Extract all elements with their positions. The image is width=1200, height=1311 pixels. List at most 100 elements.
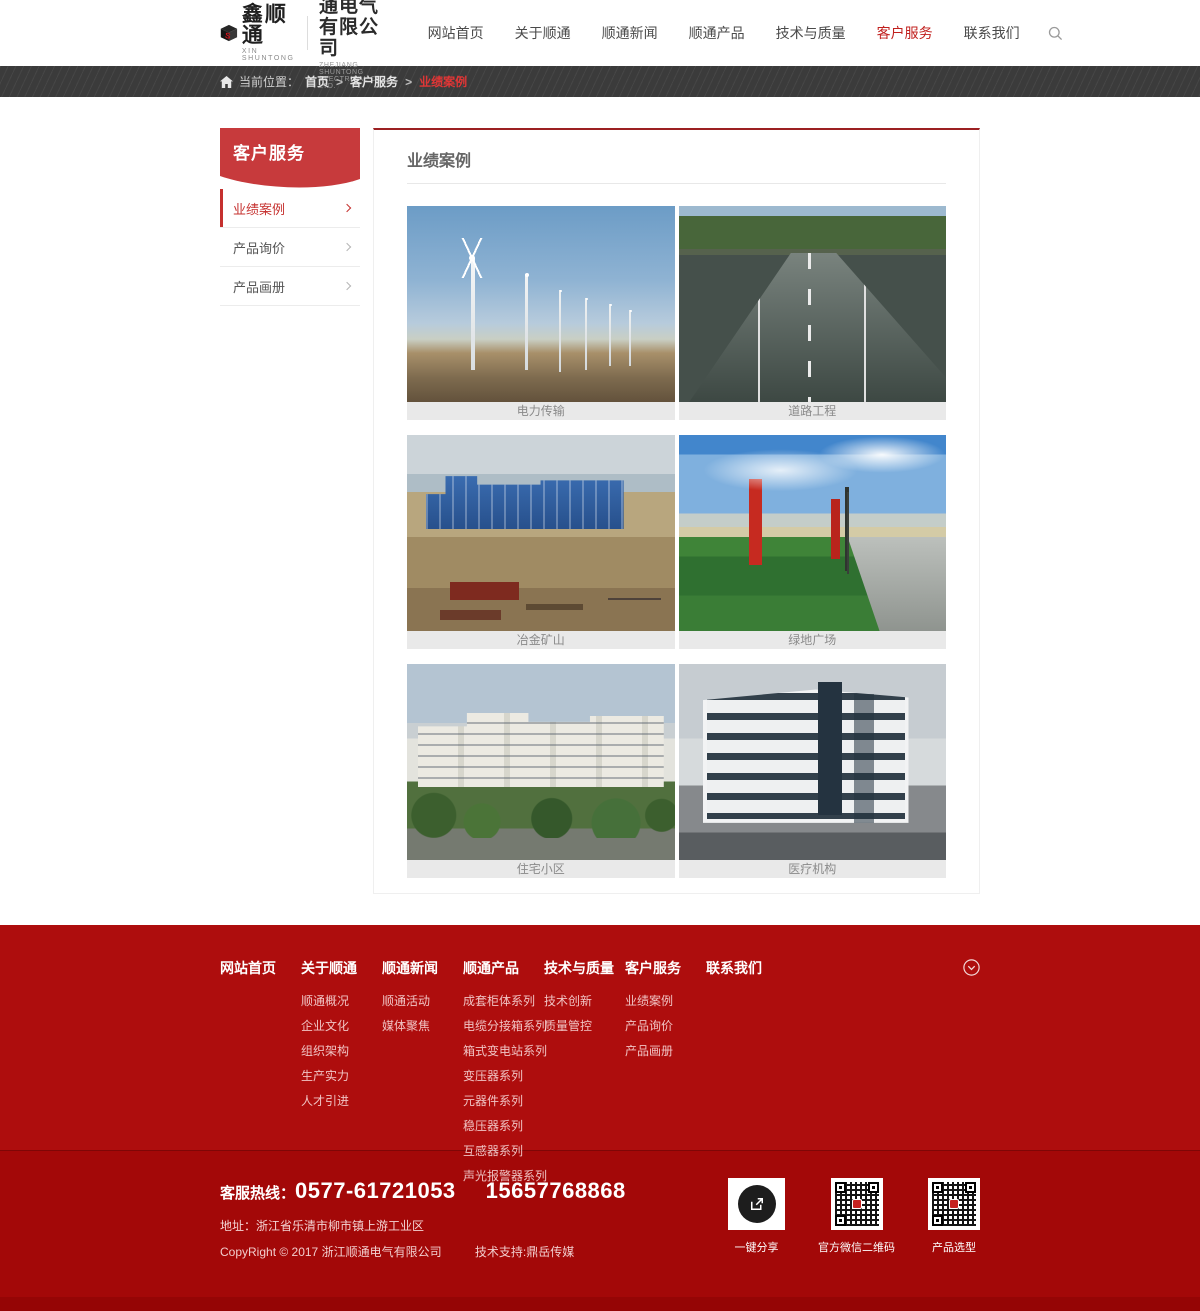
- case-photo-mining-plant: [407, 435, 675, 631]
- case-card-medical[interactable]: 医疗机构: [679, 664, 947, 878]
- footer-column-customer-service: 客户服务 业绩案例 产品询价 产品画册: [625, 958, 706, 1067]
- case-photo-wind-turbines: [407, 206, 675, 402]
- footer-column-products: 顺通产品 成套柜体系列 电缆分接箱系列 箱式变电站系列 变压器系列 元器件系列 …: [463, 958, 544, 1192]
- sidebar-item-inquiry[interactable]: 产品询价: [220, 228, 360, 267]
- footer-link[interactable]: 产品询价: [625, 1019, 673, 1033]
- chevron-right-icon: [343, 282, 351, 290]
- footer-column-title[interactable]: 关于顺通: [301, 958, 382, 978]
- wechat-qr-label: 官方微信二维码: [818, 1239, 895, 1255]
- case-card-power-transmission[interactable]: 电力传输: [407, 206, 675, 420]
- hotline-label: 客服热线：: [220, 1182, 295, 1203]
- breadcrumb-service-link[interactable]: 客户服务: [350, 73, 398, 90]
- hotline: 客服热线： 0577-61721053 15657768868: [220, 1178, 626, 1204]
- hotline-phone-1: 0577-61721053: [295, 1178, 456, 1204]
- footer-link[interactable]: 互感器系列: [463, 1144, 523, 1158]
- nav-item-about[interactable]: 关于顺通: [515, 23, 571, 43]
- footer-column-news: 顺通新闻 顺通活动 媒体聚焦: [382, 958, 463, 1042]
- logo-cube-icon: S: [220, 11, 238, 55]
- main-area: 客户服务 业绩案例 产品询价 产品画册 业绩案例: [0, 97, 1200, 925]
- qr-eye: [932, 1182, 943, 1193]
- tech-support-text: 技术支持:鼎岳传媒: [475, 1245, 574, 1259]
- search-icon[interactable]: [1048, 26, 1063, 41]
- sidebar-item-brochure[interactable]: 产品画册: [220, 267, 360, 306]
- nav-item-tech-quality[interactable]: 技术与质量: [776, 23, 846, 43]
- company-name-cn: 浙江顺通电气有限公司: [319, 0, 397, 60]
- footer-link[interactable]: 企业文化: [301, 1019, 349, 1033]
- footer-link[interactable]: 产品画册: [625, 1044, 673, 1058]
- case-grid: 电力传输 道路工程 冶金矿山 绿地广场 住宅小区: [407, 206, 946, 878]
- footer-column-title[interactable]: 客户服务: [625, 958, 706, 978]
- qr-eye: [835, 1182, 846, 1193]
- footer-link[interactable]: 顺通活动: [382, 994, 430, 1008]
- content-panel: 业绩案例 电力传输 道路工程 冶金矿山 绿地广场: [373, 128, 980, 894]
- company-address: 地址：浙江省乐清市柳市镇上游工业区: [220, 1217, 626, 1234]
- sidebar-item-cases[interactable]: 业绩案例: [220, 189, 360, 228]
- copyright-text: CopyRight © 2017 浙江顺通电气有限公司: [220, 1245, 442, 1259]
- sidebar-item-label: 产品画册: [233, 277, 285, 296]
- footer-link[interactable]: 顺通概况: [301, 994, 349, 1008]
- footer-column-title[interactable]: 联系我们: [706, 958, 787, 978]
- footer: 网站首页 关于顺通 顺通概况 企业文化 组织架构 生产实力 人才引进 顺通新闻 …: [0, 925, 1200, 1311]
- case-caption: 道路工程: [679, 402, 947, 420]
- footer-link[interactable]: 生产实力: [301, 1069, 349, 1083]
- nav-item-customer-service[interactable]: 客户服务: [877, 23, 933, 43]
- case-card-metallurgy-mining[interactable]: 冶金矿山: [407, 435, 675, 649]
- logo-name-en: XIN SHUNTONG: [242, 48, 295, 62]
- site-header: S 鑫顺通 XIN SHUNTONG 浙江顺通电气有限公司 ZHEJIANG S…: [0, 0, 1200, 66]
- footer-bottom-strip: [0, 1297, 1200, 1311]
- footer-link[interactable]: 技术创新: [544, 994, 592, 1008]
- share-button[interactable]: [728, 1178, 785, 1230]
- nav-item-products[interactable]: 顺通产品: [689, 23, 745, 43]
- sidebar-header: 客户服务: [220, 128, 360, 174]
- nav-item-news[interactable]: 顺通新闻: [602, 23, 658, 43]
- qr-center-logo: [949, 1199, 959, 1209]
- product-qr-badge: 产品选型: [928, 1178, 980, 1255]
- case-caption: 住宅小区: [407, 860, 675, 878]
- footer-column-title[interactable]: 网站首页: [220, 958, 301, 978]
- footer-link[interactable]: 人才引进: [301, 1094, 349, 1108]
- chevron-down-circle-icon[interactable]: [963, 959, 980, 976]
- case-caption: 绿地广场: [679, 631, 947, 649]
- wechat-qr-code: [831, 1178, 883, 1230]
- footer-link[interactable]: 媒体聚焦: [382, 1019, 430, 1033]
- hotline-phone-2: 15657768868: [486, 1178, 626, 1204]
- case-photo-residential: [407, 664, 675, 860]
- share-icon: [738, 1185, 776, 1223]
- footer-link[interactable]: 质量管控: [544, 1019, 592, 1033]
- footer-link[interactable]: 成套柜体系列: [463, 994, 535, 1008]
- footer-column-title[interactable]: 顺通产品: [463, 958, 544, 978]
- breadcrumb-separator: >: [405, 75, 412, 89]
- chevron-right-icon: [343, 243, 351, 251]
- sidebar-menu: 业绩案例 产品询价 产品画册: [220, 189, 360, 306]
- product-qr-code: [928, 1178, 980, 1230]
- nav-item-home[interactable]: 网站首页: [428, 23, 484, 43]
- footer-link[interactable]: 稳压器系列: [463, 1119, 523, 1133]
- qr-eye: [835, 1215, 846, 1226]
- case-card-residential[interactable]: 住宅小区: [407, 664, 675, 878]
- case-card-road-engineering[interactable]: 道路工程: [679, 206, 947, 420]
- footer-nav-section: 网站首页 关于顺通 顺通概况 企业文化 组织架构 生产实力 人才引进 顺通新闻 …: [0, 925, 1200, 1150]
- footer-link[interactable]: 组织架构: [301, 1044, 349, 1058]
- footer-column-title[interactable]: 技术与质量: [544, 958, 625, 978]
- case-photo-plaza: [679, 435, 947, 631]
- breadcrumb-home-link[interactable]: 首页: [305, 73, 329, 90]
- main-nav: 网站首页 关于顺通 顺通新闻 顺通产品 技术与质量 客户服务 联系我们: [397, 23, 1063, 43]
- breadcrumb-current: 业绩案例: [419, 73, 467, 90]
- nav-item-contact[interactable]: 联系我们: [964, 23, 1020, 43]
- footer-link[interactable]: 元器件系列: [463, 1094, 523, 1108]
- sidebar-title: 客户服务: [233, 139, 305, 164]
- footer-link[interactable]: 变压器系列: [463, 1069, 523, 1083]
- footer-badges: 一键分享 官方微信二维码: [728, 1178, 980, 1255]
- qr-eye: [868, 1182, 879, 1193]
- footer-link[interactable]: 业绩案例: [625, 994, 673, 1008]
- case-caption: 电力传输: [407, 402, 675, 420]
- footer-link[interactable]: 电缆分接箱系列: [463, 1019, 547, 1033]
- footer-column-title[interactable]: 顺通新闻: [382, 958, 463, 978]
- case-card-green-plaza[interactable]: 绿地广场: [679, 435, 947, 649]
- sidebar-item-label: 产品询价: [233, 238, 285, 257]
- case-photo-hospital: [679, 664, 947, 860]
- footer-link[interactable]: 箱式变电站系列: [463, 1044, 547, 1058]
- footer-contact-info: 客服热线： 0577-61721053 15657768868 地址：浙江省乐清…: [220, 1178, 626, 1260]
- footer-column-about: 关于顺通 顺通概况 企业文化 组织架构 生产实力 人才引进: [301, 958, 382, 1117]
- page-title: 业绩案例: [407, 130, 946, 184]
